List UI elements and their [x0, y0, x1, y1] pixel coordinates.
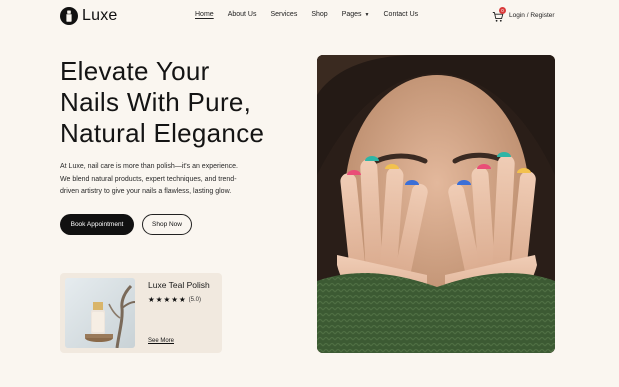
- product-card[interactable]: Luxe Teal Polish ★ ★ ★ ★ ★ (5.0) See Mor…: [60, 273, 222, 353]
- chevron-down-icon: ▼: [364, 11, 370, 18]
- hero-image: [317, 55, 555, 353]
- nav-shop[interactable]: Shop: [311, 11, 327, 18]
- see-more-link[interactable]: See More: [148, 338, 174, 344]
- star-icon: ★: [178, 295, 186, 304]
- star-icon: ★: [148, 295, 155, 304]
- nav-about-label: About Us: [227, 11, 257, 18]
- hero-headline: Elevate Your Nails With Pure, Natural El…: [60, 56, 320, 149]
- intro-line-1: At Luxe, nail care is more than polish—i…: [60, 163, 238, 170]
- product-rating: ★ ★ ★ ★ ★ (5.0): [148, 296, 201, 304]
- product-title: Luxe Teal Polish: [148, 280, 210, 290]
- headline-line-3: Natural Elegance: [60, 118, 265, 148]
- brand-name: Luxe: [82, 7, 118, 24]
- nav-home[interactable]: Home: [195, 11, 214, 18]
- shop-now-button[interactable]: Shop Now: [142, 214, 192, 235]
- cart-count-badge: 0: [499, 7, 506, 14]
- hero-intro: At Luxe, nail care is more than polish—i…: [60, 161, 280, 199]
- logo-icon: [60, 7, 78, 25]
- star-icon: ★: [171, 295, 178, 304]
- main-nav: Home About Us Services Shop Pages ▼ Conta…: [195, 11, 418, 18]
- product-image: [65, 278, 135, 348]
- nav-contact-label: Contact Us: [383, 11, 419, 18]
- star-icon: ★: [163, 295, 171, 304]
- nav-contact[interactable]: Contact Us: [384, 11, 419, 18]
- site-header: Luxe Home About Us Services Shop Pages ▼ …: [0, 0, 619, 32]
- nav-pages-label: Pages: [341, 11, 362, 18]
- headline-line-1: Elevate Your: [60, 56, 210, 86]
- brand-logo[interactable]: Luxe: [60, 6, 118, 26]
- headline-line-2: Nails With Pure,: [60, 87, 252, 117]
- book-appointment-button[interactable]: Book Appointment: [60, 214, 134, 235]
- nav-home-label: Home: [195, 11, 214, 18]
- nav-pages[interactable]: Pages ▼: [342, 11, 370, 18]
- rating-value: (5.0): [188, 297, 202, 303]
- nav-services[interactable]: Services: [270, 11, 297, 18]
- star-icon: ★: [155, 295, 163, 304]
- intro-line-2: We blend natural products, expert techni…: [60, 175, 237, 183]
- nav-services-label: Services: [270, 11, 298, 18]
- cart-button[interactable]: 0: [492, 7, 506, 22]
- nav-about[interactable]: About Us: [228, 11, 257, 18]
- nav-shop-label: Shop: [311, 11, 328, 18]
- intro-line-3: driven artistry to give your nails a fla…: [60, 188, 232, 195]
- login-register-link[interactable]: Login / Register: [509, 12, 555, 19]
